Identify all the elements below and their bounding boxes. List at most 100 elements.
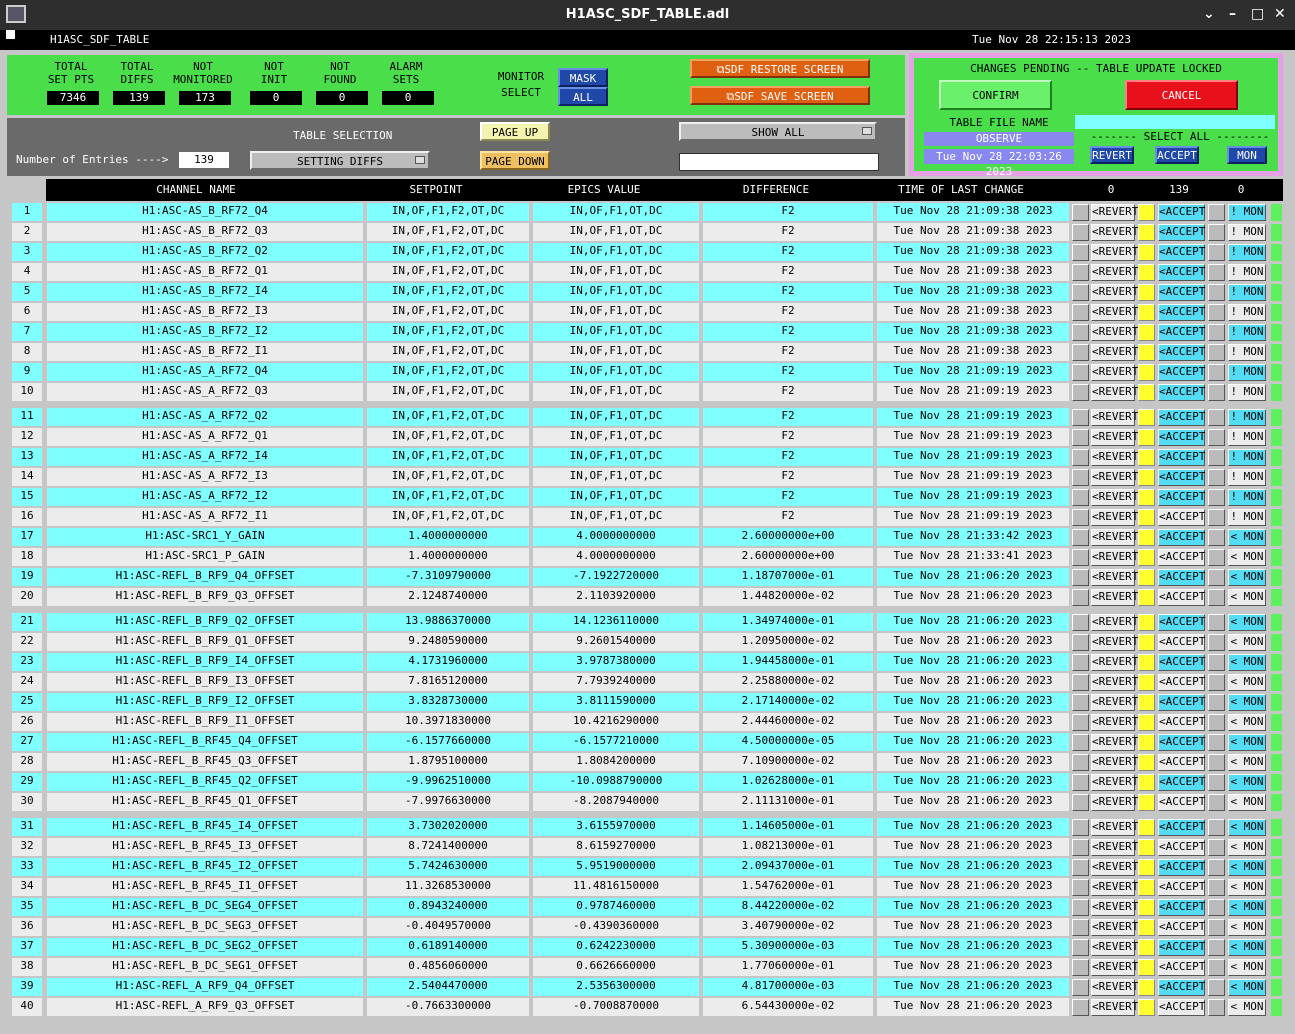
accept-checkbox[interactable] [1138,509,1155,526]
accept-button[interactable]: <ACCEPT [1158,449,1205,466]
mon-checkbox[interactable] [1208,264,1225,281]
revert-button[interactable]: <REVERT [1091,324,1138,341]
page-up-button[interactable]: PAGE UP [480,122,550,141]
accept-button[interactable]: <ACCEPT [1158,589,1205,606]
revert-button[interactable]: <REVERT [1091,364,1138,381]
mon-button[interactable]: < MON [1228,654,1266,671]
mon-checkbox[interactable] [1208,919,1225,936]
mask-button[interactable]: MASK [558,68,608,87]
accept-checkbox[interactable] [1138,939,1155,956]
accept-checkbox[interactable] [1138,654,1155,671]
all-button[interactable]: ALL [558,87,608,106]
revert-button[interactable]: <REVERT [1091,449,1138,466]
accept-button[interactable]: <ACCEPT [1158,324,1205,341]
accept-checkbox[interactable] [1138,224,1155,241]
revert-button[interactable]: <REVERT [1091,979,1138,996]
revert-button[interactable]: <REVERT [1091,714,1138,731]
mon-checkbox[interactable] [1208,939,1225,956]
mon-checkbox[interactable] [1208,529,1225,546]
accept-checkbox[interactable] [1138,284,1155,301]
accept-button[interactable]: <ACCEPT [1158,879,1205,896]
mon-checkbox[interactable] [1208,714,1225,731]
accept-button[interactable]: <ACCEPT [1158,549,1205,566]
mon-button[interactable]: < MON [1228,674,1266,691]
mon-button[interactable]: ! MON [1228,449,1266,466]
accept-button[interactable]: <ACCEPT [1158,344,1205,361]
mon-button[interactable]: < MON [1228,714,1266,731]
revert-checkbox[interactable] [1072,859,1089,876]
revert-button[interactable]: <REVERT [1091,284,1138,301]
accept-checkbox[interactable] [1138,859,1155,876]
filter-input[interactable] [679,153,879,171]
sdf-restore-screen-button[interactable]: ⧉SDF RESTORE SCREEN [690,59,870,78]
mon-checkbox[interactable] [1208,469,1225,486]
revert-checkbox[interactable] [1072,614,1089,631]
revert-checkbox[interactable] [1072,429,1089,446]
revert-button[interactable]: <REVERT [1091,694,1138,711]
mon-checkbox[interactable] [1208,284,1225,301]
accept-checkbox[interactable] [1138,879,1155,896]
accept-button[interactable]: <ACCEPT [1158,819,1205,836]
revert-checkbox[interactable] [1072,794,1089,811]
revert-checkbox[interactable] [1072,939,1089,956]
accept-checkbox[interactable] [1138,999,1155,1016]
mon-button[interactable]: ! MON [1228,304,1266,321]
mon-checkbox[interactable] [1208,589,1225,606]
accept-checkbox[interactable] [1138,614,1155,631]
accept-button[interactable]: <ACCEPT [1158,939,1205,956]
accept-checkbox[interactable] [1138,589,1155,606]
revert-checkbox[interactable] [1072,344,1089,361]
accept-button[interactable]: <ACCEPT [1158,489,1205,506]
mon-button[interactable]: < MON [1228,919,1266,936]
accept-checkbox[interactable] [1138,449,1155,466]
accept-checkbox[interactable] [1138,324,1155,341]
revert-button[interactable]: <REVERT [1091,264,1138,281]
accept-checkbox[interactable] [1138,364,1155,381]
revert-checkbox[interactable] [1072,879,1089,896]
mon-checkbox[interactable] [1208,674,1225,691]
accept-checkbox[interactable] [1138,674,1155,691]
accept-button[interactable]: <ACCEPT [1158,469,1205,486]
mon-button[interactable]: < MON [1228,819,1266,836]
revert-button[interactable]: <REVERT [1091,939,1138,956]
mon-checkbox[interactable] [1208,244,1225,261]
revert-checkbox[interactable] [1072,959,1089,976]
revert-checkbox[interactable] [1072,384,1089,401]
accept-button[interactable]: <ACCEPT [1158,509,1205,526]
select-all-mon-button[interactable]: MON [1227,146,1267,164]
revert-checkbox[interactable] [1072,899,1089,916]
close-button[interactable]: ✕ [1274,6,1286,22]
mon-checkbox[interactable] [1208,429,1225,446]
accept-button[interactable]: <ACCEPT [1158,774,1205,791]
maximize-button[interactable]: □ [1251,6,1264,22]
accept-button[interactable]: <ACCEPT [1158,859,1205,876]
revert-button[interactable]: <REVERT [1091,754,1138,771]
accept-button[interactable]: <ACCEPT [1158,204,1205,221]
revert-button[interactable]: <REVERT [1091,899,1138,916]
revert-button[interactable]: <REVERT [1091,634,1138,651]
revert-checkbox[interactable] [1072,634,1089,651]
accept-checkbox[interactable] [1138,384,1155,401]
revert-button[interactable]: <REVERT [1091,409,1138,426]
select-all-accept-button[interactable]: ACCEPT [1155,146,1199,164]
mon-button[interactable]: ! MON [1228,489,1266,506]
revert-button[interactable]: <REVERT [1091,774,1138,791]
revert-checkbox[interactable] [1072,529,1089,546]
mon-button[interactable]: ! MON [1228,324,1266,341]
accept-button[interactable]: <ACCEPT [1158,654,1205,671]
mon-button[interactable]: < MON [1228,734,1266,751]
mon-checkbox[interactable] [1208,774,1225,791]
accept-checkbox[interactable] [1138,694,1155,711]
mon-checkbox[interactable] [1208,794,1225,811]
revert-checkbox[interactable] [1072,654,1089,671]
mon-button[interactable]: < MON [1228,634,1266,651]
revert-button[interactable]: <REVERT [1091,204,1138,221]
mon-button[interactable]: < MON [1228,979,1266,996]
accept-button[interactable]: <ACCEPT [1158,794,1205,811]
revert-button[interactable]: <REVERT [1091,839,1138,856]
revert-checkbox[interactable] [1072,409,1089,426]
revert-checkbox[interactable] [1072,999,1089,1016]
revert-checkbox[interactable] [1072,224,1089,241]
revert-button[interactable]: <REVERT [1091,959,1138,976]
revert-button[interactable]: <REVERT [1091,614,1138,631]
